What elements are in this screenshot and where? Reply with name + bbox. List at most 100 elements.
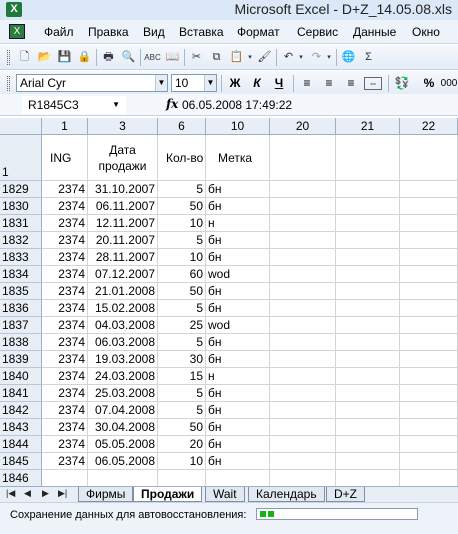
- row-header[interactable]: 1830: [0, 198, 42, 215]
- next-sheet-icon[interactable]: ▶: [42, 488, 49, 499]
- empty-cell[interactable]: [336, 419, 400, 436]
- underline-button[interactable]: Ч: [270, 75, 288, 92]
- empty-cell[interactable]: [336, 453, 400, 470]
- empty-cell[interactable]: [400, 198, 458, 215]
- paste-icon[interactable]: 📋: [228, 49, 245, 66]
- column-header[interactable]: 22: [400, 118, 458, 135]
- hyperlink-icon[interactable]: 🌐: [340, 49, 357, 66]
- cell-quantity[interactable]: 10: [158, 453, 206, 470]
- cell-quantity[interactable]: 5: [158, 402, 206, 419]
- cell-ing[interactable]: 2374: [42, 402, 88, 419]
- empty-cell[interactable]: [336, 181, 400, 198]
- cell-ing[interactable]: 2374: [42, 385, 88, 402]
- header-quantity[interactable]: Кол-во: [158, 135, 206, 181]
- cell-quantity[interactable]: 25: [158, 317, 206, 334]
- percent-button[interactable]: %: [420, 75, 438, 92]
- toolbar-grip[interactable]: [7, 50, 10, 65]
- empty-cell[interactable]: [270, 249, 336, 266]
- cell-quantity[interactable]: 30: [158, 351, 206, 368]
- undo-dropdown-icon[interactable]: ▾: [297, 49, 305, 66]
- cell-sale-date[interactable]: 20.11.2007: [88, 232, 158, 249]
- empty-cell[interactable]: [336, 317, 400, 334]
- row-header[interactable]: 1844: [0, 436, 42, 453]
- cell-quantity[interactable]: 60: [158, 266, 206, 283]
- row-header[interactable]: 1838: [0, 334, 42, 351]
- cell-mark[interactable]: н: [206, 368, 270, 385]
- print-preview-icon[interactable]: 🔍: [120, 49, 137, 66]
- cell-sale-date[interactable]: 25.03.2008: [88, 385, 158, 402]
- sheet-tab-wait[interactable]: Wait: [205, 487, 245, 502]
- cell-ing[interactable]: 2374: [42, 232, 88, 249]
- cell-ing[interactable]: 2374: [42, 181, 88, 198]
- open-folder-icon[interactable]: 📂: [36, 49, 53, 66]
- cell-mark[interactable]: бн: [206, 334, 270, 351]
- prev-sheet-icon[interactable]: ◀: [24, 488, 31, 499]
- cell-quantity[interactable]: 5: [158, 181, 206, 198]
- cell-sale-date[interactable]: 21.01.2008: [88, 283, 158, 300]
- cell-ing[interactable]: 2374: [42, 198, 88, 215]
- cell-sale-date[interactable]: 07.12.2007: [88, 266, 158, 283]
- header-mark[interactable]: Метка: [206, 135, 270, 181]
- new-document-icon[interactable]: 🗋: [16, 49, 33, 66]
- cell-quantity[interactable]: 5: [158, 300, 206, 317]
- excel-app-icon[interactable]: X: [6, 2, 22, 17]
- cell-sale-date[interactable]: 06.11.2007: [88, 198, 158, 215]
- cell-mark[interactable]: бн: [206, 385, 270, 402]
- cut-icon[interactable]: ✂: [188, 49, 205, 66]
- empty-cell[interactable]: [336, 249, 400, 266]
- row-header[interactable]: 1831: [0, 215, 42, 232]
- format-painter-icon[interactable]: 🖌: [256, 49, 273, 66]
- cell-ing[interactable]: 2374: [42, 249, 88, 266]
- cell-sale-date[interactable]: 31.10.2007: [88, 181, 158, 198]
- cell-sale-date[interactable]: 05.05.2008: [88, 436, 158, 453]
- row-header[interactable]: 1843: [0, 419, 42, 436]
- row-header[interactable]: 1833: [0, 249, 42, 266]
- cell-quantity[interactable]: 50: [158, 419, 206, 436]
- empty-cell[interactable]: [270, 215, 336, 232]
- cell-ing[interactable]: 2374: [42, 266, 88, 283]
- font-name-select[interactable]: Arial Cyr ▼: [16, 74, 168, 92]
- sheet-tab-firms[interactable]: Фирмы: [78, 487, 134, 502]
- chevron-down-icon[interactable]: ▼: [112, 96, 120, 114]
- cell-quantity[interactable]: 50: [158, 283, 206, 300]
- empty-cell[interactable]: [400, 266, 458, 283]
- empty-cell[interactable]: [270, 453, 336, 470]
- empty-cell[interactable]: [400, 385, 458, 402]
- worksheet-grid[interactable]: 1 3 6 10 20 21 22 1 ING Дата продажи Кол-во Метка 18…: [0, 118, 458, 486]
- column-header[interactable]: 21: [336, 118, 400, 135]
- cell-mark[interactable]: бн: [206, 249, 270, 266]
- cell-sale-date[interactable]: 04.03.2008: [88, 317, 158, 334]
- cell-sale-date[interactable]: 28.11.2007: [88, 249, 158, 266]
- undo-icon[interactable]: ↶: [280, 49, 297, 66]
- last-sheet-icon[interactable]: ▶|: [58, 488, 67, 499]
- empty-cell[interactable]: [336, 470, 400, 486]
- cell-ing[interactable]: 2374: [42, 317, 88, 334]
- empty-cell[interactable]: [270, 470, 336, 486]
- empty-cell[interactable]: [270, 300, 336, 317]
- chevron-down-icon[interactable]: ▼: [204, 75, 216, 91]
- empty-cell[interactable]: [400, 402, 458, 419]
- empty-cell[interactable]: [400, 453, 458, 470]
- empty-cell[interactable]: [400, 419, 458, 436]
- empty-cell[interactable]: [400, 436, 458, 453]
- save-icon[interactable]: 💾: [56, 49, 73, 66]
- menu-file[interactable]: Файл: [44, 25, 74, 39]
- empty-cell[interactable]: [336, 402, 400, 419]
- chevron-down-icon[interactable]: ▼: [155, 75, 167, 91]
- empty-cell[interactable]: [270, 436, 336, 453]
- sheet-tab-calendar[interactable]: Календарь: [248, 487, 325, 502]
- align-right-icon[interactable]: ≡: [342, 75, 360, 92]
- redo-icon[interactable]: ↷: [308, 49, 325, 66]
- cell-sale-date[interactable]: 12.11.2007: [88, 215, 158, 232]
- cell-sale-date[interactable]: 30.04.2008: [88, 419, 158, 436]
- empty-cell[interactable]: [270, 283, 336, 300]
- empty-cell[interactable]: [400, 283, 458, 300]
- sheet-tab-sales[interactable]: Продажи: [133, 487, 203, 502]
- empty-cell[interactable]: [270, 351, 336, 368]
- row-header[interactable]: 1: [0, 135, 42, 181]
- empty-cell[interactable]: [336, 266, 400, 283]
- row-header[interactable]: 1836: [0, 300, 42, 317]
- row-header[interactable]: 1845: [0, 453, 42, 470]
- row-header[interactable]: 1837: [0, 317, 42, 334]
- sheet-tab-dz[interactable]: D+Z: [326, 487, 366, 502]
